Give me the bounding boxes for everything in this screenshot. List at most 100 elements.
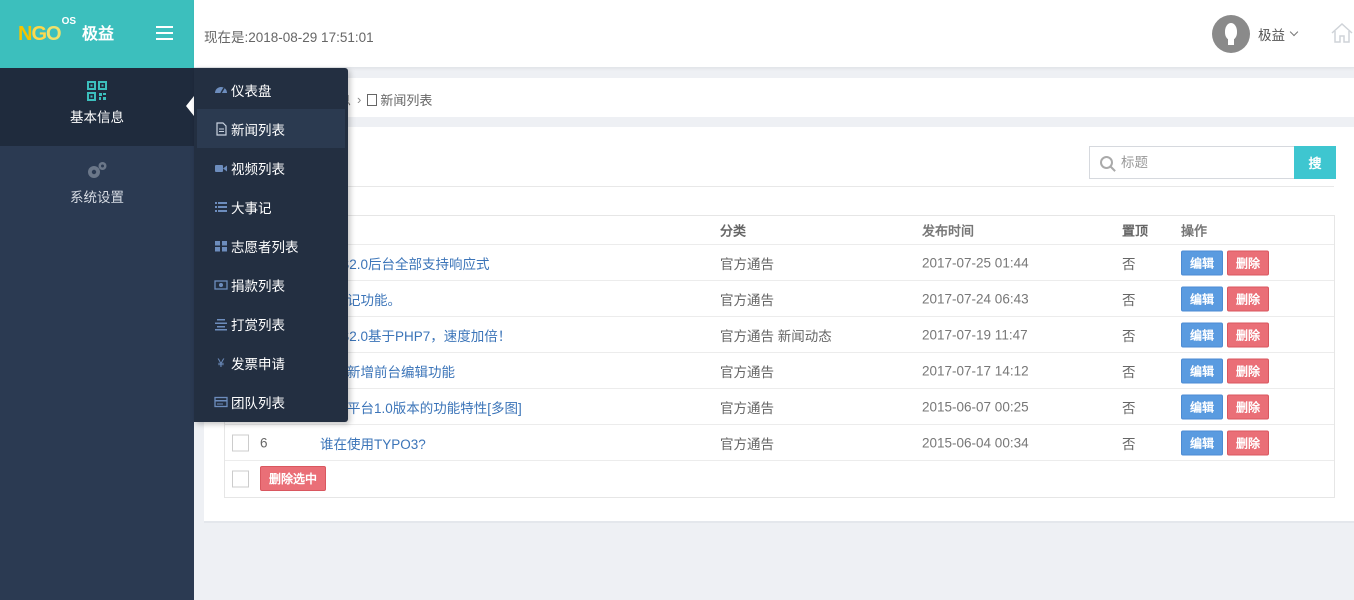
submenu-item-news-list[interactable]: 新闻列表 xyxy=(197,109,345,148)
row-category: 官方通告 xyxy=(720,364,774,380)
breadcrumb-current: 新闻列表 xyxy=(380,93,433,108)
row-category: 官方通告 新闻动态 xyxy=(720,328,832,344)
submenu-item-label: 志愿者列表 xyxy=(231,239,299,255)
submenu-item-tips[interactable]: 打赏列表 xyxy=(194,304,348,343)
row-title-link[interactable]: DOS2.0基于PHP7，速度加倍！ xyxy=(320,325,511,345)
search-field xyxy=(1089,146,1294,179)
submenu-flyout: 仪表盘 新闻列表 视频列表 大事记 志愿者列表 捐款列表 打赏列表 ¥ 发票申请… xyxy=(194,68,348,422)
row-time: 2015-06-04 00:34 xyxy=(922,435,1029,450)
row-title-link[interactable]: 谁在使用TYPO3? xyxy=(320,433,426,453)
row-time: 2017-07-24 06:43 xyxy=(922,291,1029,306)
search-button[interactable]: 搜 xyxy=(1294,146,1336,179)
dashboard-icon xyxy=(215,86,227,93)
delete-selected-button[interactable]: 删除选中 xyxy=(260,466,327,491)
row-category: 官方通告 xyxy=(720,400,774,416)
edit-button[interactable]: 编辑 xyxy=(1181,394,1224,419)
sidebar-item-label: 系统设置 xyxy=(70,190,124,205)
row-top: 否 xyxy=(1122,400,1136,416)
table-row: 大事记功能。 官方通告 2017-07-24 06:43 否 编辑 删除 xyxy=(225,281,1334,317)
home-icon[interactable] xyxy=(1330,22,1354,44)
delete-button[interactable]: 删除 xyxy=(1227,250,1270,275)
column-header-time: 发布时间 xyxy=(922,223,975,239)
submenu-item-video-list[interactable]: 视频列表 xyxy=(194,148,348,187)
sidebar-item-system-settings[interactable]: 系统设置 xyxy=(0,150,194,220)
row-time: 2017-07-19 11:47 xyxy=(922,327,1028,342)
card-icon xyxy=(214,396,228,407)
table-row: DOS2.0后台全部支持响应式 官方通告 2017-07-25 01:44 否 … xyxy=(225,245,1334,281)
row-top: 否 xyxy=(1122,328,1136,344)
document-icon xyxy=(367,93,378,106)
edit-button[interactable]: 编辑 xyxy=(1181,250,1224,275)
yen-icon: ¥ xyxy=(217,355,225,370)
row-actions: 编辑 删除 xyxy=(1181,430,1270,455)
submenu-item-dashboard[interactable]: 仪表盘 xyxy=(194,70,348,109)
document-icon xyxy=(216,121,227,136)
sidebar-item-basic-info[interactable]: 基本信息 xyxy=(0,68,194,146)
column-header-actions: 操作 xyxy=(1181,223,1208,239)
row-time: 2017-07-25 01:44 xyxy=(922,255,1029,270)
submenu-item-label: 新闻列表 xyxy=(231,122,285,138)
row-top: 否 xyxy=(1122,436,1136,452)
row-category: 官方通告 xyxy=(720,436,774,452)
row-top: 否 xyxy=(1122,364,1136,380)
divider xyxy=(224,186,1334,187)
row-actions: 编辑 删除 xyxy=(1181,358,1270,383)
money-icon xyxy=(214,279,228,290)
edit-button[interactable]: 编辑 xyxy=(1181,358,1224,383)
submenu-item-label: 打赏列表 xyxy=(231,317,285,333)
delete-button[interactable]: 删除 xyxy=(1227,322,1270,347)
edit-button[interactable]: 编辑 xyxy=(1181,286,1224,311)
submenu-item-label: 视频列表 xyxy=(231,161,285,177)
submenu-item-label: 发票申请 xyxy=(231,356,285,372)
submenu-item-invoices[interactable]: ¥ 发票申请 xyxy=(194,343,348,382)
logo-bar: NGO OS 极益 xyxy=(0,0,194,68)
submenu-item-label: 仪表盘 xyxy=(231,83,272,99)
search-icon xyxy=(1100,156,1113,169)
table-row: 平台新增前台编辑功能 官方通告 2017-07-17 14:12 否 编辑 删除 xyxy=(225,353,1334,389)
row-title-link[interactable]: 公益平台1.0版本的功能特性[多图] xyxy=(320,397,522,417)
submenu-item-milestones[interactable]: 大事记 xyxy=(194,187,348,226)
news-list-card: 搜 分类 发布时间 置顶 操作 DOS2.0后台全部支持响应式 官方通告 201… xyxy=(204,127,1354,523)
submenu-item-label: 捐款列表 xyxy=(231,278,285,294)
submenu-item-label: 大事记 xyxy=(231,200,272,216)
video-icon xyxy=(215,164,227,172)
row-actions: 编辑 删除 xyxy=(1181,394,1270,419)
row-checkbox[interactable] xyxy=(232,434,249,451)
breadcrumb-bar: 息 › 新闻列表 xyxy=(204,78,1354,117)
row-top: 否 xyxy=(1122,292,1136,308)
news-table: 分类 发布时间 置顶 操作 DOS2.0后台全部支持响应式 官方通告 2017-… xyxy=(224,215,1335,498)
delete-button[interactable]: 删除 xyxy=(1227,358,1270,383)
logo[interactable]: NGO OS 极益 xyxy=(18,16,114,52)
active-indicator xyxy=(186,96,194,116)
delete-button[interactable]: 删除 xyxy=(1227,394,1270,419)
column-header-category: 分类 xyxy=(720,223,747,239)
top-header: 现在是:2018-08-29 17:51:01 极益 xyxy=(194,0,1354,68)
user-menu[interactable]: 极益 xyxy=(1212,15,1299,53)
sidebar: NGO OS 极益 基本信息 系统设置 xyxy=(0,0,194,600)
submenu-item-volunteers[interactable]: 志愿者列表 xyxy=(194,226,348,265)
row-category: 官方通告 xyxy=(720,292,774,308)
qrcode-icon xyxy=(87,81,107,101)
sidebar-item-label: 基本信息 xyxy=(70,110,124,125)
submenu-item-teams[interactable]: 团队列表 xyxy=(194,382,348,421)
gears-icon xyxy=(88,162,107,178)
breadcrumb-separator: › xyxy=(357,92,362,107)
submenu-item-donations[interactable]: 捐款列表 xyxy=(194,265,348,304)
row-id: 6 xyxy=(260,435,268,450)
column-header-top: 置顶 xyxy=(1122,223,1149,239)
row-actions: 编辑 删除 xyxy=(1181,250,1270,275)
grid-icon xyxy=(215,240,227,251)
search-bar: 搜 xyxy=(1089,146,1336,179)
delete-button[interactable]: 删除 xyxy=(1227,430,1270,455)
table-row: DOS2.0基于PHP7，速度加倍！ 官方通告 新闻动态 2017-07-19 … xyxy=(225,317,1334,353)
delete-button[interactable]: 删除 xyxy=(1227,286,1270,311)
edit-button[interactable]: 编辑 xyxy=(1181,430,1224,455)
logo-ngo: NGO xyxy=(18,23,62,45)
align-center-icon xyxy=(215,318,227,330)
edit-button[interactable]: 编辑 xyxy=(1181,322,1224,347)
select-all-checkbox[interactable] xyxy=(232,470,249,488)
menu-toggle-icon[interactable] xyxy=(156,26,173,40)
table-footer-row: 删除选中 xyxy=(225,461,1334,497)
search-input[interactable] xyxy=(1121,155,1281,170)
logo-os: OS xyxy=(61,16,77,27)
